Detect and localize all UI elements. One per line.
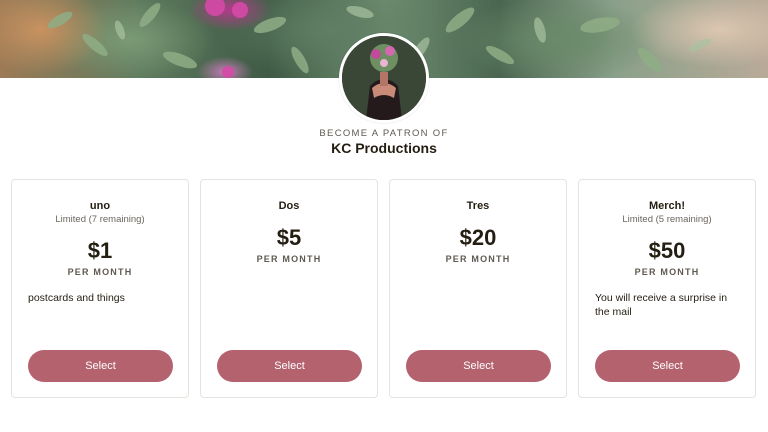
tier-price: $5 — [276, 225, 302, 250]
tier-description: You will receive a surprise in the mail — [595, 292, 728, 318]
tier-price: $20 — [459, 225, 497, 250]
select-button-tres[interactable]: Select — [406, 350, 551, 382]
tier-card-uno: uno Limited (7 remaining) $1 PER MONTH p… — [11, 179, 189, 398]
tier-period: PER MONTH — [634, 267, 700, 277]
creator-name: KC Productions — [331, 140, 437, 156]
tier-period: PER MONTH — [256, 254, 322, 264]
tier-card-dos: Dos $5 PER MONTH Select — [200, 179, 378, 398]
select-button-merch[interactable]: Select — [595, 350, 740, 382]
tier-period: PER MONTH — [67, 267, 133, 277]
tier-name: Merch! — [648, 200, 686, 212]
tier-price: $1 — [87, 238, 113, 263]
tier-price: $50 — [648, 238, 686, 263]
tier-card-merch: Merch! Limited (5 remaining) $50 PER MON… — [578, 179, 756, 398]
become-patron-label: BECOME A PATRON OF — [319, 128, 449, 139]
tier-name: Tres — [466, 200, 490, 212]
tier-name: uno — [89, 200, 111, 212]
select-button-dos[interactable]: Select — [217, 350, 362, 382]
tier-limit: Limited (5 remaining) — [622, 214, 712, 225]
tier-limit: Limited (7 remaining) — [55, 214, 145, 225]
tier-description: postcards and things — [28, 292, 125, 304]
tier-name: Dos — [278, 200, 300, 212]
select-button-uno[interactable]: Select — [28, 350, 173, 382]
creator-avatar — [339, 33, 429, 123]
avatar-photo — [342, 36, 426, 120]
tier-period: PER MONTH — [445, 254, 511, 264]
tier-card-tres: Tres $20 PER MONTH Select — [389, 179, 567, 398]
